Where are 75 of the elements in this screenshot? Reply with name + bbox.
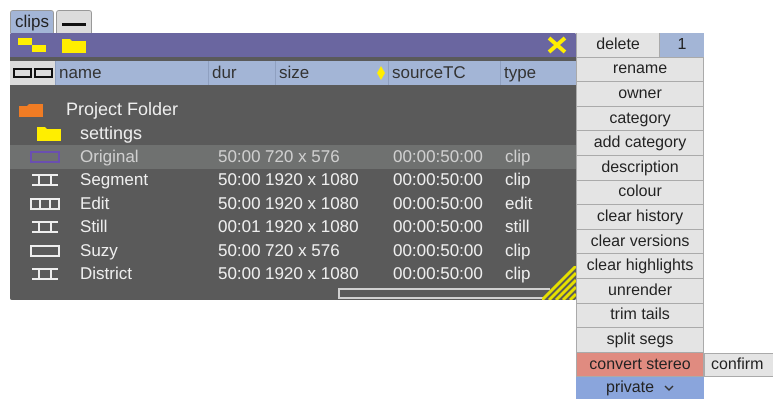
tab[interactable] bbox=[56, 10, 92, 33]
clip-name: Still bbox=[80, 217, 108, 238]
frame-size: 1920 x 1080 bbox=[265, 194, 359, 214]
segment-icon bbox=[30, 173, 60, 188]
clip-name: Edit bbox=[80, 194, 110, 214]
frame-size: 720 x 576 bbox=[265, 240, 340, 261]
menu-item[interactable]: trim tails bbox=[576, 304, 704, 328]
duration: 50:00 bbox=[218, 194, 261, 214]
menu-item[interactable]: clear history bbox=[576, 205, 704, 230]
folder-icon bbox=[18, 102, 44, 118]
column-header[interactable]: sourceTC bbox=[392, 63, 466, 83]
segment-icon bbox=[30, 267, 60, 282]
menu-item[interactable]: rename bbox=[576, 58, 704, 82]
clip-name: Segment bbox=[80, 170, 148, 190]
frame-icon bbox=[30, 244, 60, 258]
privacy-dropdown[interactable]: private bbox=[576, 377, 704, 400]
source-timecode: 00:00:50:00 bbox=[393, 194, 483, 214]
frame-size: 1920 x 1080 bbox=[265, 264, 359, 284]
frame-size: 1920 x 1080 bbox=[265, 170, 359, 190]
duration: 50:00 bbox=[218, 240, 261, 261]
duration: 50:00 bbox=[218, 146, 261, 167]
source-timecode: 00:00:50:00 bbox=[393, 217, 483, 238]
clip-name: Original bbox=[80, 146, 139, 167]
clip-type: clip bbox=[505, 240, 531, 261]
frame-icon bbox=[30, 150, 60, 164]
folder-name[interactable]: settings bbox=[80, 122, 142, 144]
duration: 00:01 bbox=[218, 217, 261, 238]
source-timecode: 00:00:50:00 bbox=[393, 146, 483, 167]
frame-size: 720 x 576 bbox=[265, 146, 340, 167]
menu-item[interactable]: owner bbox=[576, 82, 704, 107]
clip-type: still bbox=[505, 217, 530, 238]
clip-row[interactable]: Edit 50:00 1920 x 1080 00:00:50:00 edit bbox=[10, 192, 576, 216]
menu-item[interactable]: delete bbox=[576, 33, 660, 58]
duration: 50:00 bbox=[218, 264, 261, 284]
column-header[interactable]: dur bbox=[212, 63, 237, 83]
clip-row[interactable]: Suzy 50:00 720 x 576 00:00:50:00 clip bbox=[10, 239, 576, 262]
folder-name[interactable]: Project Folder bbox=[66, 99, 178, 120]
count-badge: 1 bbox=[660, 33, 704, 58]
edit-icon bbox=[30, 196, 60, 211]
source-timecode: 00:00:50:00 bbox=[393, 264, 483, 284]
clip-type: clip bbox=[505, 146, 531, 167]
clip-type: clip bbox=[505, 264, 531, 284]
menu-item[interactable]: category bbox=[576, 106, 704, 132]
tab[interactable]: clips bbox=[10, 10, 54, 33]
menu-item[interactable]: convert stereo bbox=[576, 352, 704, 378]
clip-row[interactable]: Segment 50:00 1920 x 1080 00:00:50:00 clip bbox=[10, 168, 576, 192]
close-icon[interactable] bbox=[546, 35, 568, 55]
menu-item[interactable]: colour bbox=[576, 180, 704, 206]
menu-item[interactable]: split segs bbox=[576, 328, 704, 353]
column-header[interactable]: name bbox=[59, 63, 102, 83]
menu-item[interactable]: clear versions bbox=[576, 230, 704, 254]
confirm-button[interactable]: confirm bbox=[704, 352, 773, 378]
chevron-icon bbox=[664, 384, 674, 392]
clip-row[interactable]: Still 00:01 1920 x 1080 00:00:50:00 still bbox=[10, 216, 576, 239]
folder-icon[interactable] bbox=[62, 37, 86, 53]
menu-item[interactable]: add category bbox=[576, 131, 704, 156]
segment-icon bbox=[30, 220, 60, 234]
source-timecode: 00:00:50:00 bbox=[393, 170, 483, 190]
clip-name: Suzy bbox=[80, 240, 118, 261]
folder-icon bbox=[36, 124, 62, 142]
column-header[interactable]: type bbox=[504, 63, 536, 83]
column-header[interactable]: size bbox=[279, 63, 310, 83]
menu-item[interactable]: unrender bbox=[576, 278, 704, 304]
scroll-bar[interactable] bbox=[338, 288, 550, 299]
duration: 50:00 bbox=[218, 170, 261, 190]
menu-item[interactable]: clear highlights bbox=[576, 254, 704, 279]
source-timecode: 00:00:50:00 bbox=[393, 240, 483, 261]
clip-name: District bbox=[80, 264, 132, 284]
clip-type: edit bbox=[505, 194, 532, 214]
menu-item[interactable]: description bbox=[576, 156, 704, 181]
view-toggle-icon[interactable] bbox=[12, 67, 52, 79]
clip-type: clip bbox=[505, 170, 531, 190]
clip-row[interactable]: District 50:00 1920 x 1080 00:00:50:00 clip bbox=[10, 262, 576, 286]
frame-size: 1920 x 1080 bbox=[265, 217, 359, 238]
sort-icon bbox=[377, 66, 385, 80]
